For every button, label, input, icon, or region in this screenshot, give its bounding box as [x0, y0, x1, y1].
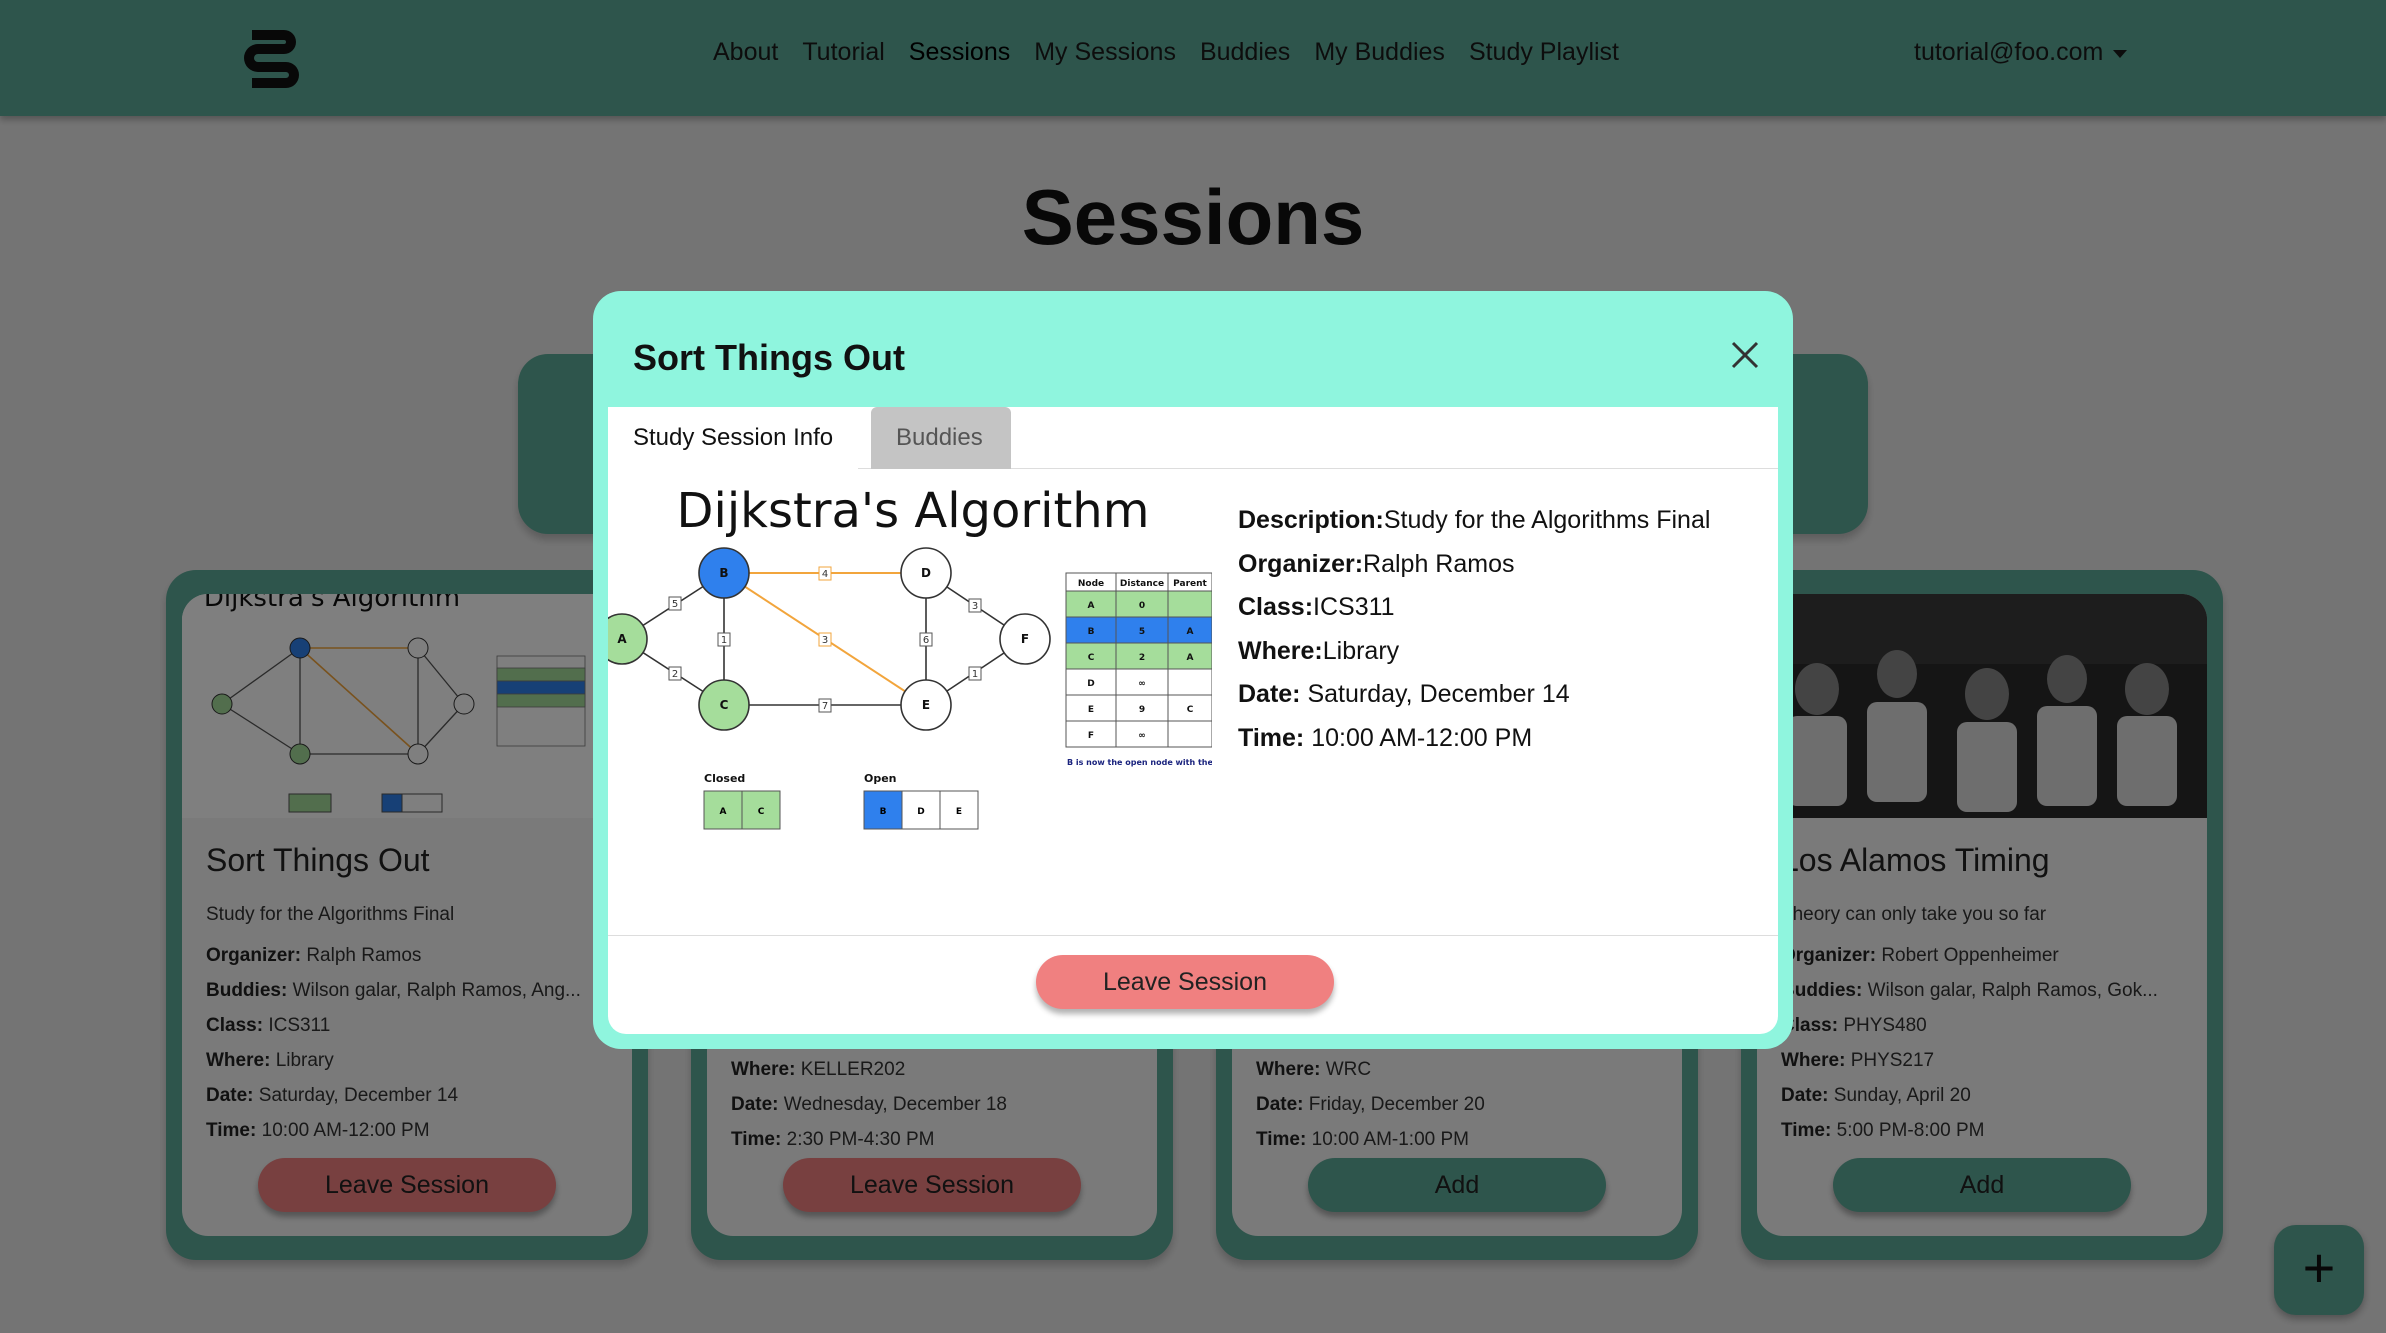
edge-weight: 1 [972, 669, 978, 680]
svg-text:A: A [1187, 627, 1194, 637]
session-modal: Sort Things Out Study Session Info Buddi… [593, 291, 1793, 1049]
svg-text:D: D [917, 807, 924, 817]
svg-text:9: 9 [1139, 705, 1145, 715]
svg-text:B: B [1088, 627, 1095, 637]
detail-where: Where:Library [1238, 636, 1400, 665]
svg-text:A: A [1088, 601, 1095, 611]
node-label: B [719, 566, 728, 580]
svg-text:0: 0 [1139, 601, 1145, 611]
svg-text:E: E [1088, 705, 1094, 715]
modal-footer: Leave Session [608, 935, 1778, 1034]
detail-date: Date: Saturday, December 14 [1238, 680, 1570, 708]
edge-weight: 6 [923, 635, 929, 646]
node-label: D [921, 566, 931, 580]
tab-buddies[interactable]: Buddies [871, 407, 1011, 469]
leave-session-button[interactable]: Leave Session [1036, 955, 1334, 1009]
edge-weight: 5 [672, 599, 678, 610]
open-label: Open [864, 772, 897, 785]
edge-weight: 1 [721, 635, 727, 646]
svg-text:B: B [880, 807, 887, 817]
edge-weight: 3 [822, 635, 828, 646]
svg-text:C: C [758, 807, 765, 817]
node-label: F [1021, 632, 1029, 646]
detail-class: Class:ICS311 [1238, 593, 1395, 621]
modal-title: Sort Things Out [633, 337, 905, 378]
svg-text:∞: ∞ [1138, 679, 1146, 689]
table-header: Distance [1120, 579, 1164, 589]
edge-weight: 2 [672, 669, 678, 680]
node-label: C [720, 698, 729, 712]
table-header: Node [1078, 579, 1104, 589]
detail-description: Description:Study for the Algorithms Fin… [1238, 506, 1711, 534]
svg-text:A: A [1187, 653, 1194, 663]
session-details: Description:Study for the Algorithms Fin… [1238, 499, 1710, 760]
svg-text:2: 2 [1139, 653, 1145, 663]
edge-weight: 4 [822, 569, 828, 580]
svg-text:5: 5 [1139, 627, 1145, 637]
image-title: Dijkstra's Algorithm [677, 483, 1150, 539]
node-label: E [922, 698, 930, 712]
svg-text:F: F [1088, 731, 1094, 741]
session-image-dijkstra: Dijkstra's Algorithm 5 4 1 3 6 2 3 7 1 A… [608, 477, 1212, 877]
tab-study-session-info[interactable]: Study Session Info [608, 407, 859, 469]
edge-weight: 3 [972, 601, 978, 612]
svg-text:∞: ∞ [1138, 731, 1146, 741]
image-note: B is now the open node with the smallest… [1067, 758, 1212, 767]
edge-weight: 7 [822, 701, 828, 712]
detail-organizer: Organizer:Ralph Ramos [1238, 549, 1515, 578]
svg-text:A: A [720, 807, 727, 817]
svg-text:C: C [1088, 653, 1095, 663]
close-icon[interactable] [1725, 335, 1765, 375]
svg-text:E: E [956, 807, 962, 817]
closed-label: Closed [704, 772, 745, 785]
node-label: A [617, 632, 627, 646]
detail-time: Time: 10:00 AM-12:00 PM [1238, 723, 1533, 752]
svg-text:C: C [1187, 705, 1194, 715]
table-header: Parent [1173, 579, 1207, 589]
modal-tabs: Study Session Info Buddies [608, 407, 1778, 469]
modal-body: Study Session Info Buddies Dijkstra's Al… [608, 407, 1778, 1034]
svg-text:D: D [1087, 679, 1094, 689]
